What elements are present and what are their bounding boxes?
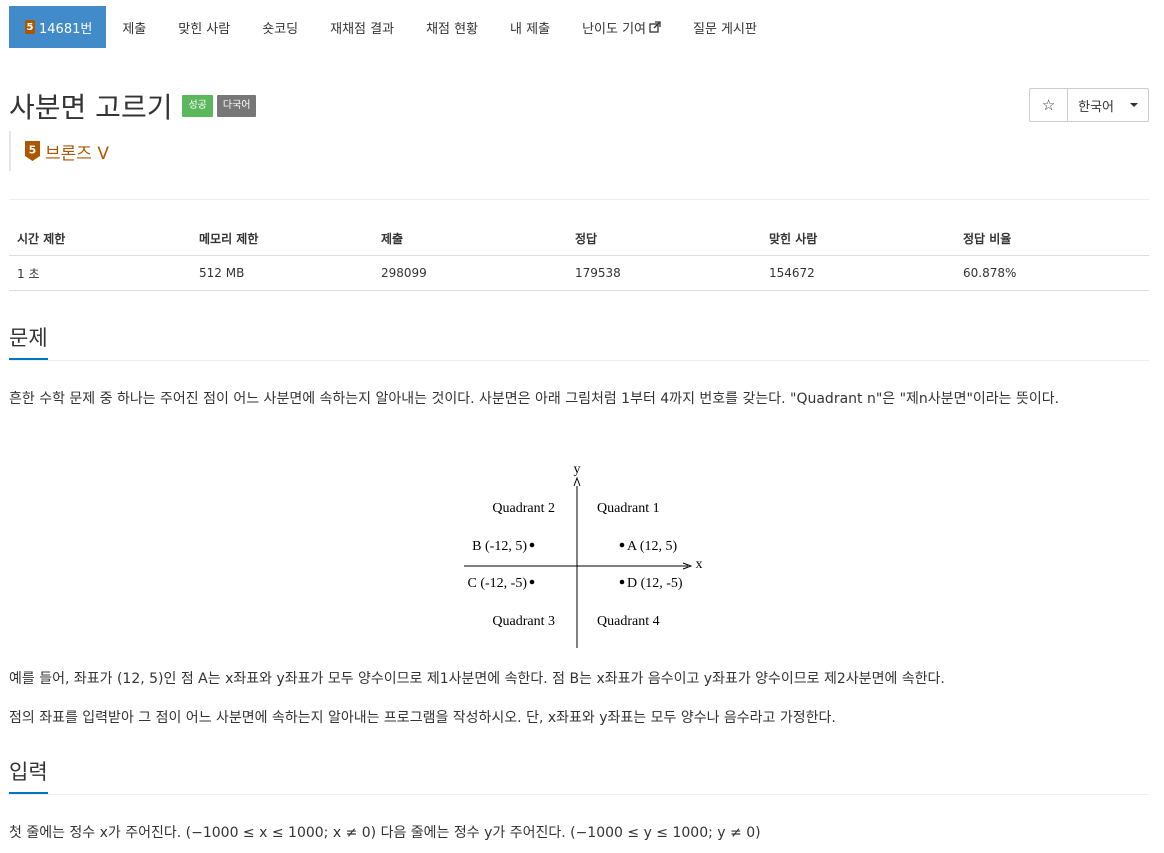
problem-toolbar: ☆ 한국어 (1029, 88, 1149, 122)
tier-icon-number: 5 (29, 144, 37, 157)
submissions-value: 298099 (373, 255, 567, 291)
quadrant-3-label: Quadrant 3 (492, 614, 555, 629)
x-axis-label: x (696, 557, 703, 572)
tab-question-board[interactable]: 질문 게시판 (677, 6, 773, 48)
input-section-header: 입력 (9, 756, 1149, 795)
time-limit-value: 1 초 (9, 255, 191, 291)
point-d-label: D (12, -5) (627, 576, 683, 591)
table-row: 1 초 512 MB 298099 179538 154672 60.878% (9, 255, 1149, 291)
problem-header: 사분면 고르기 성공 다국어 (9, 86, 257, 126)
quadrant-1-label: Quadrant 1 (597, 501, 660, 516)
page-title: 사분면 고르기 (9, 91, 173, 124)
tier-label: 브론즈 V (45, 143, 109, 164)
bronze-tier-icon: 5 (25, 20, 35, 34)
external-link-icon (649, 21, 661, 33)
problem-description: 흔한 수학 문제 중 하나는 주어진 점이 어느 사분면에 속하는지 알아내는 … (9, 391, 1060, 407)
tab-problem-label: 14681번 (39, 21, 93, 37)
problem-heading: 문제 (9, 322, 48, 360)
point-a-label: A (12, 5) (627, 539, 678, 554)
header-solved-users: 맞힌 사람 (761, 222, 955, 256)
point-b (529, 542, 535, 548)
problem-menu: 5 14681번 제출 맞힌 사람 숏코딩 재채점 결과 채점 현황 내 제출 … (9, 6, 773, 48)
status-badge: 성공 (182, 95, 213, 117)
y-axis-label: y (574, 462, 581, 477)
bronze-tier-icon: 5 (25, 141, 40, 161)
tab-difficulty-contribution[interactable]: 난이도 기여 (566, 6, 677, 48)
tab-judge-status[interactable]: 채점 현황 (410, 6, 494, 48)
memory-limit-value: 512 MB (191, 255, 373, 291)
accept-ratio-value: 60.878% (955, 255, 1149, 291)
star-outline-icon: ☆ (1041, 96, 1056, 114)
problem-task: 점의 좌표를 입력받아 그 점이 어느 사분면에 속하는지 알아내는 프로그램을… (9, 710, 836, 726)
tab-my-submissions[interactable]: 내 제출 (494, 6, 566, 48)
language-dropdown[interactable]: 한국어 (1068, 89, 1148, 121)
tab-solved-users[interactable]: 맞힌 사람 (162, 6, 246, 48)
quadrant-2-label: Quadrant 2 (492, 501, 555, 516)
problem-info-table: 시간 제한 메모리 제한 제출 정답 맞힌 사람 정답 비율 1 초 512 M… (9, 222, 1149, 291)
table-header-row: 시간 제한 메모리 제한 제출 정답 맞힌 사람 정답 비율 (9, 222, 1149, 256)
tier-info: 5 브론즈 V (9, 131, 109, 171)
favorite-button[interactable]: ☆ (1030, 89, 1069, 121)
header-time-limit: 시간 제한 (9, 222, 191, 256)
divider (9, 199, 1149, 200)
tab-problem[interactable]: 5 14681번 (9, 6, 107, 48)
quadrant-diagram: y x Quadrant 1 Quadrant 2 Quadrant 3 Qua… (464, 462, 703, 648)
tab-difficulty-label: 난이도 기여 (582, 21, 646, 37)
header-accepted: 정답 (567, 222, 761, 256)
point-c (529, 579, 535, 585)
point-d (619, 579, 625, 585)
input-description: 첫 줄에는 정수 x가 주어진다. (−1000 ≤ x ≤ 1000; x ≠… (9, 825, 761, 841)
solved-users-value: 154672 (761, 255, 955, 291)
tab-submit[interactable]: 제출 (106, 6, 162, 48)
tab-short-coding[interactable]: 숏코딩 (246, 6, 314, 48)
caret-down-icon (1130, 103, 1138, 107)
point-b-label: B (-12, 5) (472, 539, 527, 554)
header-submissions: 제출 (373, 222, 567, 256)
tab-rejudge-results[interactable]: 재채점 결과 (314, 6, 410, 48)
problem-section-header: 문제 (9, 322, 1149, 361)
point-c-label: C (-12, -5) (468, 576, 528, 591)
problem-example: 예를 들어, 좌표가 (12, 5)인 점 A는 x좌표와 y좌표가 모두 양수… (9, 671, 945, 687)
header-memory-limit: 메모리 제한 (191, 222, 373, 256)
quadrant-4-label: Quadrant 4 (597, 614, 660, 629)
language-badge: 다국어 (216, 95, 257, 117)
header-accept-ratio: 정답 비율 (955, 222, 1149, 256)
input-heading: 입력 (9, 756, 48, 794)
language-dropdown-label: 한국어 (1078, 99, 1114, 115)
point-a (619, 542, 625, 548)
accepted-value: 179538 (567, 255, 761, 291)
